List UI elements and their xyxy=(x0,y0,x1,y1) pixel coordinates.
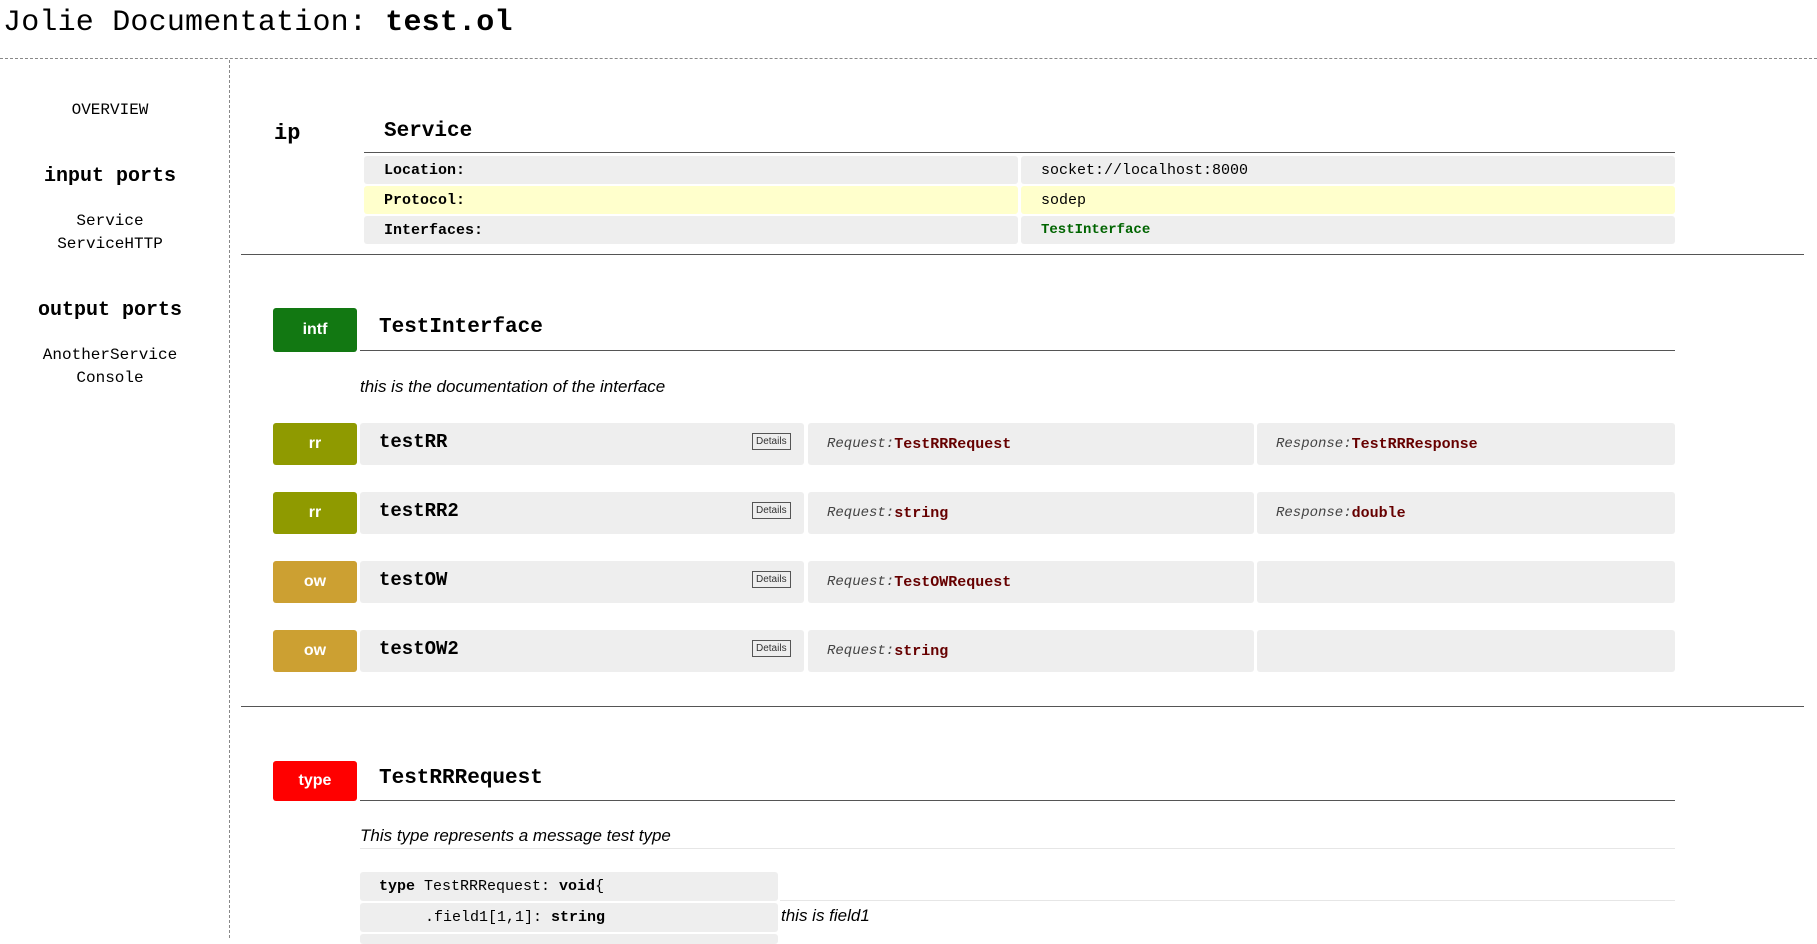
op-response-cell-empty xyxy=(1257,561,1675,603)
type-doc-separator xyxy=(360,848,1675,849)
op-name-cell: testOW Details xyxy=(360,561,804,603)
type-title: TestRRRequest xyxy=(379,767,543,790)
op-name: testRR2 xyxy=(379,500,459,522)
op-name-cell: testRR Details xyxy=(360,423,804,465)
response-type-link[interactable]: TestRRResponse xyxy=(1352,436,1478,453)
intf-badge: intf xyxy=(273,308,357,352)
request-label: Request: xyxy=(827,505,895,521)
type-row-separator xyxy=(780,900,1675,901)
sidebar-output-ports-heading: output ports xyxy=(37,299,183,322)
port-location-value: socket://localhost:8000 xyxy=(1021,156,1675,184)
port-title-underline xyxy=(364,152,1675,153)
sidebar-item-servicehttp[interactable]: ServiceHTTP xyxy=(0,235,220,253)
page-title: Jolie Documentation: test.ol xyxy=(3,6,513,40)
request-label: Request: xyxy=(827,643,895,659)
interface-title-underline xyxy=(360,350,1675,351)
type-badge: type xyxy=(273,761,357,801)
response-label: Response: xyxy=(1276,505,1352,521)
op-name-cell: testRR2 Details xyxy=(360,492,804,534)
type-open-brace: { xyxy=(595,878,605,895)
request-label: Request: xyxy=(827,436,895,452)
op-request-cell: Request: string xyxy=(808,492,1254,534)
sidebar-item-anotherservice[interactable]: AnotherService xyxy=(0,346,220,364)
field-type: string xyxy=(551,909,606,926)
type-definition-line: type TestRRRequest: void{ xyxy=(360,872,778,901)
interface-title: TestInterface xyxy=(379,316,543,339)
op-request-cell: Request: string xyxy=(808,630,1254,672)
op-kind-badge: rr xyxy=(273,423,357,465)
port-badge: ip xyxy=(274,121,301,146)
request-type-link[interactable]: TestOWRequest xyxy=(894,574,1011,591)
request-type-link[interactable]: string xyxy=(894,643,948,660)
details-button[interactable]: Details xyxy=(752,433,791,450)
response-label: Response: xyxy=(1276,436,1352,452)
request-type-link[interactable]: string xyxy=(894,505,948,522)
type-next-line xyxy=(360,934,778,944)
request-label: Request: xyxy=(827,574,895,590)
details-button[interactable]: Details xyxy=(752,571,791,588)
sidebar-divider xyxy=(229,60,230,938)
op-request-cell: Request: TestOWRequest xyxy=(808,561,1254,603)
details-button[interactable]: Details xyxy=(752,502,791,519)
port-protocol-value: sodep xyxy=(1021,186,1675,214)
sidebar-overview-link[interactable]: OVERVIEW xyxy=(0,101,220,119)
op-response-cell: Response: double xyxy=(1257,492,1675,534)
details-button[interactable]: Details xyxy=(752,640,791,657)
op-name: testRR xyxy=(379,431,448,453)
type-definition-name: TestRRRequest: xyxy=(415,878,560,895)
header-divider xyxy=(0,58,1817,59)
port-interfaces-label: Interfaces: xyxy=(364,216,1018,244)
op-name: testOW xyxy=(379,569,448,591)
sidebar-item-console[interactable]: Console xyxy=(0,369,220,387)
section-divider xyxy=(241,254,1804,255)
op-kind-badge: ow xyxy=(273,561,357,603)
type-base: void xyxy=(559,878,596,895)
type-doc: This type represents a message test type xyxy=(360,826,671,845)
type-keyword: type xyxy=(379,878,416,895)
op-kind-badge: ow xyxy=(273,630,357,672)
port-protocol-label: Protocol: xyxy=(364,186,1018,214)
op-response-cell: Response: TestRRResponse xyxy=(1257,423,1675,465)
type-field-line: .field1[1,1]: string xyxy=(360,903,778,932)
request-type-link[interactable]: TestRRRequest xyxy=(894,436,1011,453)
op-response-cell-empty xyxy=(1257,630,1675,672)
op-request-cell: Request: TestRRRequest xyxy=(808,423,1254,465)
sidebar-input-ports-heading: input ports xyxy=(43,165,177,188)
op-name: testOW2 xyxy=(379,638,459,660)
port-title: Service xyxy=(384,120,473,143)
sidebar-item-service[interactable]: Service xyxy=(0,212,220,230)
interface-doc: this is the documentation of the interfa… xyxy=(360,377,666,396)
port-interfaces-value: TestInterface xyxy=(1021,216,1675,244)
op-kind-badge: rr xyxy=(273,492,357,534)
op-name-cell: testOW2 Details xyxy=(360,630,804,672)
page-title-file: test.ol xyxy=(385,6,513,40)
field-name: .field1[1,1]: xyxy=(425,909,552,926)
type-title-underline xyxy=(360,800,1675,801)
section-divider xyxy=(241,706,1804,707)
response-type-link[interactable]: double xyxy=(1352,505,1406,522)
interface-link[interactable]: TestInterface xyxy=(1041,222,1150,238)
field-doc: this is field1 xyxy=(781,906,870,925)
port-location-label: Location: xyxy=(364,156,1018,184)
